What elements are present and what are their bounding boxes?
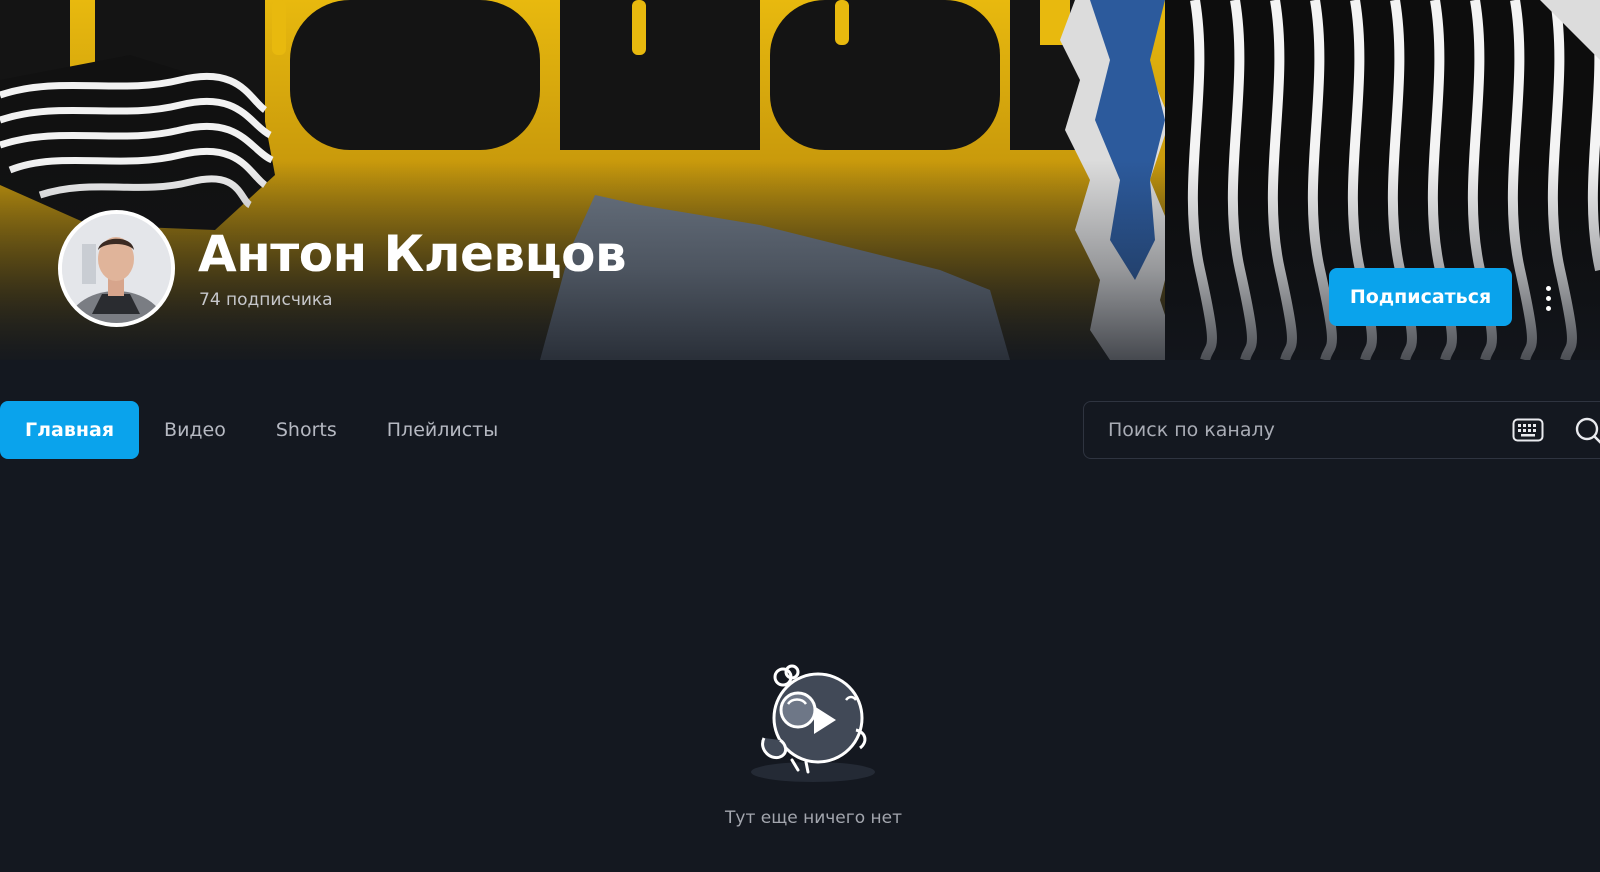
tab-playlists[interactable]: Плейлисты [362,401,523,459]
keyboard-icon[interactable] [1512,418,1544,442]
tab-main[interactable]: Главная [0,401,140,459]
tab-videos[interactable]: Видео [139,401,251,459]
more-vertical-icon[interactable] [1534,280,1562,316]
avatar-photo [62,214,171,323]
channel-name: Антон Клевцов [198,225,627,283]
channel-avatar[interactable] [58,210,175,327]
channel-tabs: Главная Видео Shorts Плейлисты [0,401,523,459]
channel-banner: Антон Клевцов 74 подписчика Подписаться [0,0,1600,360]
channel-search [1083,401,1600,459]
subscriber-count: 74 подписчика [199,290,333,310]
search-input[interactable] [1108,402,1488,458]
empty-state-message: Тут еще ничего нет [725,808,902,828]
subscribe-button[interactable]: Подписаться [1329,268,1512,326]
search-icon[interactable] [1574,416,1600,446]
empty-state-mascot-icon [751,664,875,782]
tab-shorts[interactable]: Shorts [251,401,362,459]
